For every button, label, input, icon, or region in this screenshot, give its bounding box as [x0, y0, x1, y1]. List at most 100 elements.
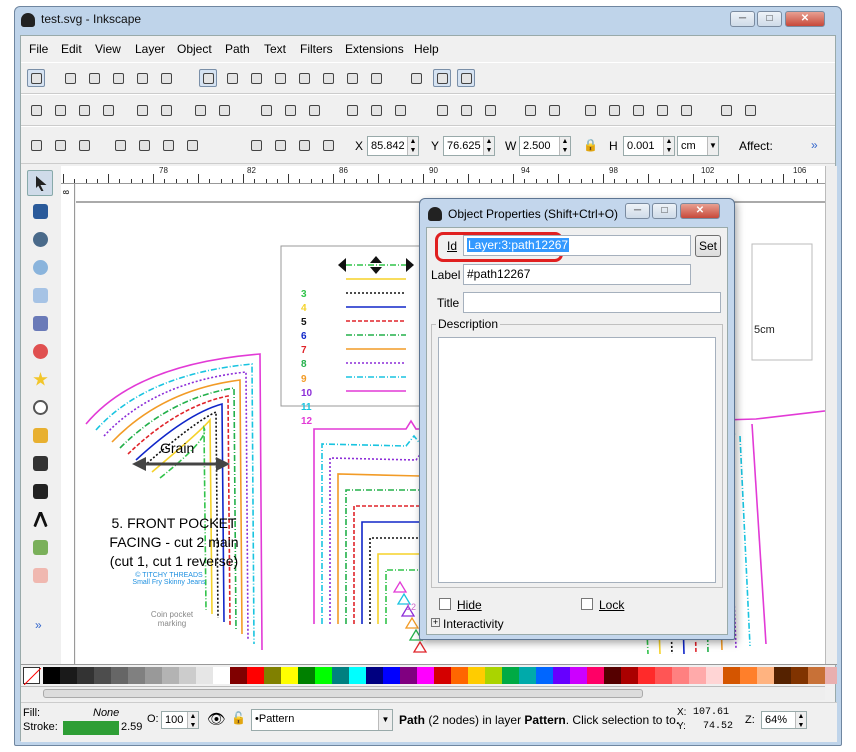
title-bar[interactable]: test.svg - Inkscape ─ □ ✕: [15, 7, 841, 33]
menu-layer[interactable]: Layer: [135, 42, 165, 56]
toolbox-more-icon[interactable]: »: [35, 618, 42, 632]
color-swatch[interactable]: [434, 667, 451, 684]
color-swatch[interactable]: [740, 667, 757, 684]
color-swatch[interactable]: [519, 667, 536, 684]
menu-text[interactable]: Text: [264, 42, 286, 56]
select-all-icon[interactable]: [27, 136, 45, 154]
color-swatch[interactable]: [774, 667, 791, 684]
color-swatch[interactable]: [502, 667, 519, 684]
raise-top-icon[interactable]: [247, 136, 265, 154]
color-swatch[interactable]: [621, 667, 638, 684]
color-swatch[interactable]: [213, 667, 230, 684]
color-swatch[interactable]: [570, 667, 587, 684]
tweak-tool-icon[interactable]: [27, 226, 53, 252]
stroke-width[interactable]: 2.59: [121, 721, 142, 733]
menu-path[interactable]: Path: [225, 42, 250, 56]
color-swatch[interactable]: [77, 667, 94, 684]
dialog-minimize-button[interactable]: ─: [625, 203, 650, 219]
eye-visibility-icon[interactable]: 👁: [207, 710, 226, 728]
minimize-button[interactable]: ─: [730, 11, 755, 27]
snap-bbox-center-icon[interactable]: [157, 69, 175, 87]
color-swatch[interactable]: [162, 667, 179, 684]
color-swatch[interactable]: [791, 667, 808, 684]
flip-horizontal-icon[interactable]: [159, 136, 177, 154]
new-doc-icon[interactable]: [27, 101, 45, 119]
color-swatch[interactable]: [706, 667, 723, 684]
raise-icon[interactable]: [271, 136, 289, 154]
snap-grid-icon[interactable]: [433, 69, 451, 87]
open-icon[interactable]: [51, 101, 69, 119]
lower-bottom-icon[interactable]: [319, 136, 337, 154]
ellipse-tool-icon[interactable]: [27, 338, 53, 364]
menu-filters[interactable]: Filters: [300, 42, 333, 56]
xml-editor-icon[interactable]: [653, 101, 671, 119]
cut-icon[interactable]: [281, 101, 299, 119]
description-textarea[interactable]: [438, 337, 716, 583]
color-swatch[interactable]: [808, 667, 825, 684]
title-field[interactable]: [463, 292, 721, 313]
deselect-icon[interactable]: [75, 136, 93, 154]
y-spinbox[interactable]: 76.625 ▲ ▼: [443, 136, 495, 156]
color-swatch[interactable]: [145, 667, 162, 684]
zoom-page-icon[interactable]: [391, 101, 409, 119]
color-swatch[interactable]: [536, 667, 553, 684]
calligraphy-tool-icon[interactable]: [27, 478, 53, 504]
import-icon[interactable]: [133, 101, 151, 119]
snap-path-icon[interactable]: [223, 69, 241, 87]
export-icon[interactable]: [157, 101, 175, 119]
select-all-layers-icon[interactable]: [51, 136, 69, 154]
color-swatch[interactable]: [485, 667, 502, 684]
layer-select[interactable]: •Pattern ▼: [251, 709, 393, 731]
save-icon[interactable]: [75, 101, 93, 119]
horizontal-scrollbar[interactable]: [21, 686, 825, 700]
stroke-swatch[interactable]: [63, 721, 119, 735]
rotate-cw-icon[interactable]: [135, 136, 153, 154]
color-swatch[interactable]: [655, 667, 672, 684]
copy-icon[interactable]: [257, 101, 275, 119]
color-swatch[interactable]: [315, 667, 332, 684]
no-paint-swatch[interactable]: [23, 667, 42, 686]
color-swatch[interactable]: [60, 667, 77, 684]
snap-bbox-icon[interactable]: [61, 69, 79, 87]
expand-icon[interactable]: +: [431, 618, 440, 627]
vertical-scrollbar[interactable]: [825, 166, 837, 664]
group-icon[interactable]: [521, 101, 539, 119]
snap-midpoint-icon[interactable]: [319, 69, 337, 87]
w-spinbox[interactable]: 2.500 ▲ ▼: [519, 136, 571, 156]
menu-view[interactable]: View: [95, 42, 121, 56]
opacity-spinbox[interactable]: 100 ▲ ▼: [161, 711, 199, 729]
snap-nodes-icon[interactable]: [199, 69, 217, 87]
color-swatch[interactable]: [825, 667, 837, 684]
document-properties-icon[interactable]: [741, 101, 759, 119]
snap-guide-icon[interactable]: [457, 69, 475, 87]
snap-rotation-icon[interactable]: [367, 69, 385, 87]
redo-icon[interactable]: [215, 101, 233, 119]
lock-checkbox[interactable]: [581, 598, 593, 610]
lock-layer-icon[interactable]: 🔓: [231, 711, 246, 725]
fill-value[interactable]: None: [93, 707, 119, 719]
id-field[interactable]: Layer:3:path12267: [463, 235, 691, 256]
h-spinbox[interactable]: 0.001 ▲ ▼: [623, 136, 675, 156]
snap-smooth-icon[interactable]: [295, 69, 313, 87]
color-swatch[interactable]: [111, 667, 128, 684]
menu-extensions[interactable]: Extensions: [345, 42, 404, 56]
menu-file[interactable]: File: [29, 42, 48, 56]
color-swatch[interactable]: [757, 667, 774, 684]
color-swatch[interactable]: [349, 667, 366, 684]
star-tool-icon[interactable]: [27, 366, 53, 392]
spray-tool-icon[interactable]: [27, 534, 53, 560]
align-distribute-icon[interactable]: [677, 101, 695, 119]
lower-icon[interactable]: [295, 136, 313, 154]
dialog-maximize-button[interactable]: □: [652, 203, 677, 219]
print-icon[interactable]: [99, 101, 117, 119]
color-swatch[interactable]: [94, 667, 111, 684]
zoom-tool-icon[interactable]: [27, 254, 53, 280]
unlink-clone-icon[interactable]: [481, 101, 499, 119]
flip-vertical-icon[interactable]: [183, 136, 201, 154]
color-swatch[interactable]: [298, 667, 315, 684]
snap-center-icon[interactable]: [343, 69, 361, 87]
color-swatch[interactable]: [689, 667, 706, 684]
selector-tool-icon[interactable]: [27, 170, 53, 196]
zoom-selection-icon[interactable]: [343, 101, 361, 119]
snap-bbox-mid-icon[interactable]: [133, 69, 151, 87]
